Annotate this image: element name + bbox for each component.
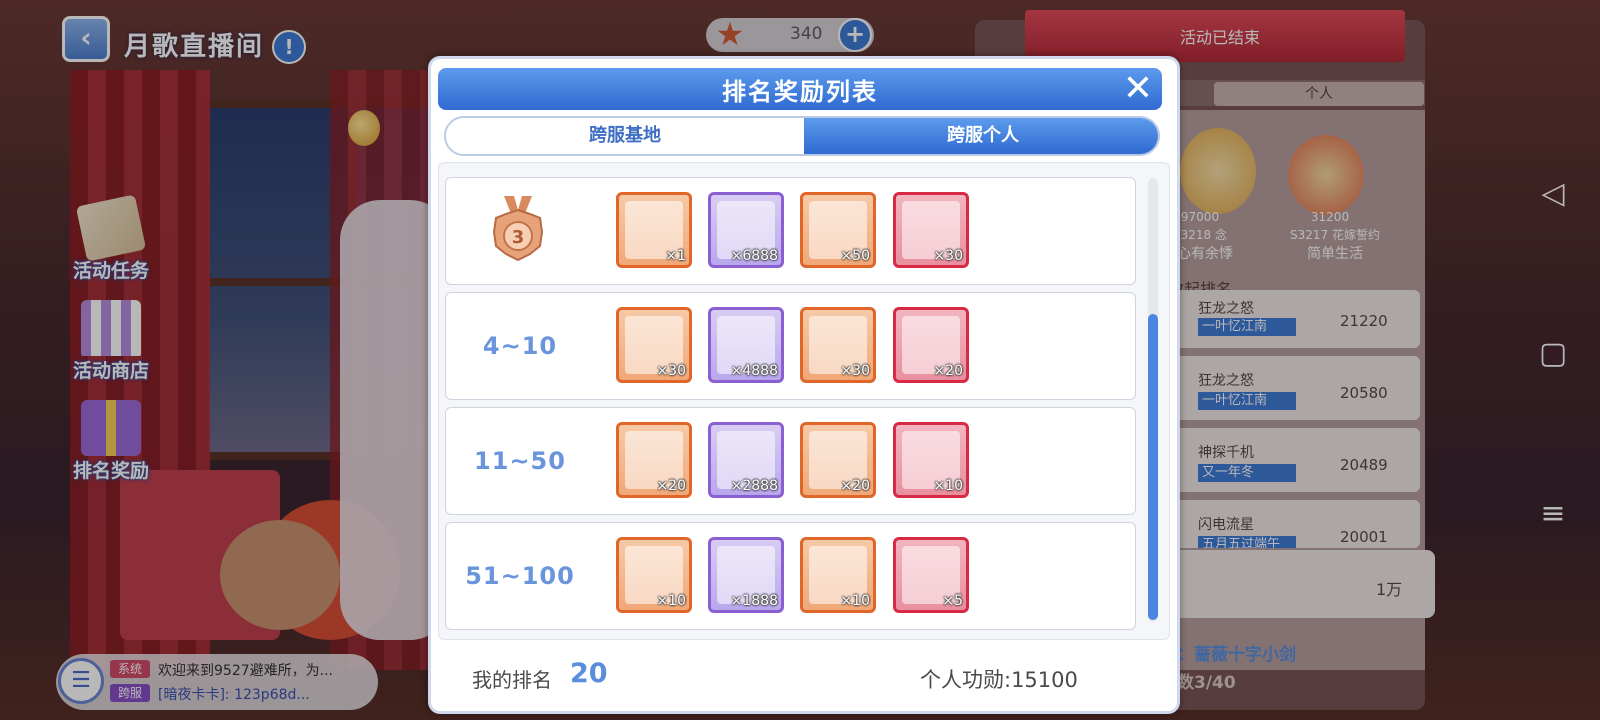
modal-title: 排名奖励列表 [722, 78, 878, 106]
reward-item[interactable]: ×10 [800, 537, 876, 613]
reward-item[interactable]: ×10 [893, 422, 969, 498]
reward-count: ×30 [933, 248, 963, 264]
reward-item[interactable]: ×5 [893, 537, 969, 613]
reward-item[interactable]: ×1 [616, 192, 692, 268]
my-rank-label: 我的排名 [472, 668, 552, 692]
reward-item[interactable]: ×10 [616, 537, 692, 613]
reward-count: ×10 [840, 593, 870, 609]
tab-cross-server-personal[interactable]: 跨服个人 [804, 118, 1158, 154]
my-rank-value: 20 [570, 658, 608, 689]
reward-item[interactable]: ×20 [893, 307, 969, 383]
close-button[interactable]: ✕ [1118, 70, 1158, 108]
reward-count: ×50 [840, 248, 870, 264]
medal-rank-number: 3 [512, 227, 525, 248]
reward-count: ×2888 [730, 478, 778, 494]
reward-count: ×30 [840, 363, 870, 379]
reward-count: ×4888 [730, 363, 778, 379]
reward-item[interactable]: ×30 [616, 307, 692, 383]
reward-count: ×1888 [730, 593, 778, 609]
rank-range-label: 4~10 [482, 332, 558, 360]
close-x-icon: ✕ [1122, 68, 1154, 109]
scrollbar-thumb[interactable] [1148, 314, 1158, 620]
personal-merit: 个人功勋:15100 [920, 668, 1078, 692]
reward-count: ×10 [656, 593, 686, 609]
reward-count: ×10 [933, 478, 963, 494]
reward-count: ×1 [665, 248, 686, 264]
reward-row [445, 177, 1136, 285]
rank-range-label: 11~50 [474, 447, 566, 475]
reward-item[interactable]: ×20 [616, 422, 692, 498]
reward-item[interactable]: ×50 [800, 192, 876, 268]
modal-tabs: 跨服基地 跨服个人 [444, 116, 1160, 156]
tab-cross-server-base[interactable]: 跨服基地 [446, 118, 804, 154]
reward-count: ×20 [840, 478, 870, 494]
reward-item[interactable]: ×30 [893, 192, 969, 268]
reward-item[interactable]: ×4888 [708, 307, 784, 383]
reward-count: ×30 [656, 363, 686, 379]
reward-item[interactable]: ×2888 [708, 422, 784, 498]
reward-item[interactable]: ×30 [800, 307, 876, 383]
rank-range-label: 51~100 [465, 562, 575, 590]
reward-count: ×6888 [730, 248, 778, 264]
reward-item[interactable]: ×6888 [708, 192, 784, 268]
reward-item[interactable]: ×20 [800, 422, 876, 498]
bronze-medal-icon: 3 [492, 196, 544, 262]
reward-count: ×20 [656, 478, 686, 494]
reward-item[interactable]: ×1888 [708, 537, 784, 613]
reward-count: ×20 [933, 363, 963, 379]
reward-count: ×5 [942, 593, 963, 609]
